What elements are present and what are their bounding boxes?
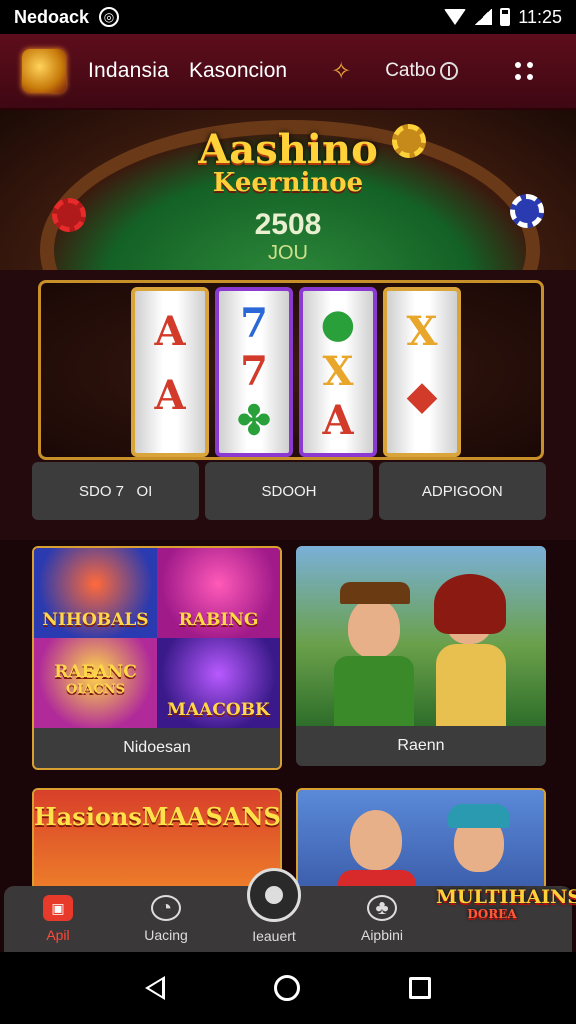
reel-symbol: 7 <box>240 348 268 396</box>
power-icon <box>439 62 458 80</box>
dot-icon <box>527 62 533 68</box>
battery-icon <box>500 8 511 26</box>
nav-item-home[interactable]: ▣ Apil <box>4 886 112 952</box>
notification-icon: ◎ <box>99 7 120 27</box>
dot-icon <box>515 62 521 68</box>
reel-symbol: A <box>154 371 186 419</box>
headwear-shape <box>448 804 510 828</box>
clover-icon: ✤ <box>237 397 271 445</box>
game-card-caption: Raenn <box>397 737 445 754</box>
slot-labels: SDO 7 OI SDOOH ADPIGOON <box>32 462 546 520</box>
game-tile: NIHOBALS <box>34 548 157 638</box>
home-button-icon[interactable] <box>273 975 300 1001</box>
menu-button[interactable] <box>494 41 554 101</box>
game-tile: RAEANC OIACNS <box>34 638 157 728</box>
reel-symbol: A <box>154 307 186 355</box>
reel: 7 7 ✤ <box>215 287 293 457</box>
slot-label[interactable]: ADPIGOON <box>378 462 546 520</box>
slot-section: A A 7 7 ✤ ● X A X ◆ SDO 7 OI SDOOH ADPIG… <box>0 270 576 540</box>
recents-icon[interactable] <box>409 977 432 999</box>
nav-item-center[interactable]: Ieauert <box>220 868 328 952</box>
reel: ● X A <box>299 287 377 457</box>
app-logo-icon[interactable] <box>22 49 66 93</box>
nav-item-label: Aipbini <box>360 927 404 943</box>
reel: X ◆ <box>383 287 461 457</box>
hero-number: 2508 <box>254 208 322 241</box>
slot-machine[interactable]: A A 7 7 ✤ ● X A X ◆ <box>38 280 544 460</box>
clock: 11:25 <box>518 6 562 27</box>
game-tile-title: RAEANC <box>54 661 137 682</box>
slot-label[interactable]: SDOOH <box>205 462 373 520</box>
game-thumbnail <box>296 546 546 726</box>
hair-shape <box>434 574 506 634</box>
frog-icon: ● <box>320 299 356 347</box>
nav-item-label: Ieauert <box>252 928 296 944</box>
hero-title: Aashino <box>198 126 378 173</box>
game-tile: MAACOBK <box>157 638 280 728</box>
wifi-icon <box>444 9 467 25</box>
reels: A A 7 7 ✤ ● X A X ◆ <box>131 287 461 457</box>
status-bar: Nedoack ◎ 11:25 <box>0 0 576 34</box>
game-card[interactable]: Raenn <box>296 546 546 766</box>
club-icon: ♣ <box>367 895 397 921</box>
game-tile: Hasions <box>34 802 142 831</box>
back-icon[interactable] <box>144 976 165 1000</box>
reel-symbol: 7 <box>240 299 268 347</box>
hero-sub-number: JOU <box>268 242 308 264</box>
promo-title: MULTIHAINS <box>436 886 576 908</box>
game-tile-subtitle: OIACNS <box>65 681 126 697</box>
game-thumbnail: NIHOBALS RABING RAEANC OIACNS MAACOBK <box>34 548 280 728</box>
category-button[interactable]: Catbo <box>385 60 458 82</box>
home-icon: ▣ <box>43 895 73 921</box>
signal-icon <box>474 9 493 25</box>
dot-icon <box>515 74 521 80</box>
compass-icon[interactable]: ✧ <box>331 57 351 86</box>
character-body <box>334 656 414 726</box>
promo-badge[interactable]: MULTIHAINS DOREA <box>436 886 576 930</box>
game-tile: RABING <box>157 548 280 638</box>
hat-shape <box>340 582 410 604</box>
system-nav-bar <box>0 952 576 1024</box>
game-tile: MAASANS <box>141 802 281 831</box>
app-title-secondary: Kasoncion <box>189 59 288 82</box>
nav-item-club[interactable]: ♣ Aipbini <box>328 886 436 952</box>
center-action-icon <box>247 868 301 922</box>
hero-banner[interactable]: Aashino Keerninoe 2508 JOU <box>0 110 576 270</box>
promo-subtitle: DOREA <box>467 907 517 921</box>
character-illustration <box>350 810 402 870</box>
character-body <box>436 644 506 726</box>
carrier-name: Nedoack <box>14 6 90 27</box>
game-card-caption: Nidoesan <box>123 739 191 756</box>
nav-item-label: Apil <box>46 927 70 943</box>
slot-label[interactable]: SDO 7 OI <box>32 462 200 520</box>
nav-item-chat[interactable]: ◔ Uacing <box>112 886 220 952</box>
chat-icon: ◔ <box>151 895 181 921</box>
category-label: Catbo <box>385 60 436 81</box>
reel-symbol: X <box>322 348 354 396</box>
game-card[interactable]: NIHOBALS RABING RAEANC OIACNS MAACOBK Ni… <box>32 546 282 770</box>
reel-symbol: X <box>406 307 438 355</box>
character-illustration <box>348 598 400 658</box>
app-header: Indansia Kasoncion ✧ Catbo <box>0 34 576 110</box>
game-grid: NIHOBALS RABING RAEANC OIACNS MAACOBK Ni… <box>0 540 576 972</box>
reel: A A <box>131 287 209 457</box>
hero-subtitle: Keerninoe <box>212 168 364 198</box>
nav-item-label: Uacing <box>144 927 188 943</box>
dot-icon <box>527 74 533 80</box>
lips-icon: ◆ <box>406 371 438 419</box>
app-title: Indansia <box>88 59 169 82</box>
reel-symbol: A <box>322 397 354 445</box>
